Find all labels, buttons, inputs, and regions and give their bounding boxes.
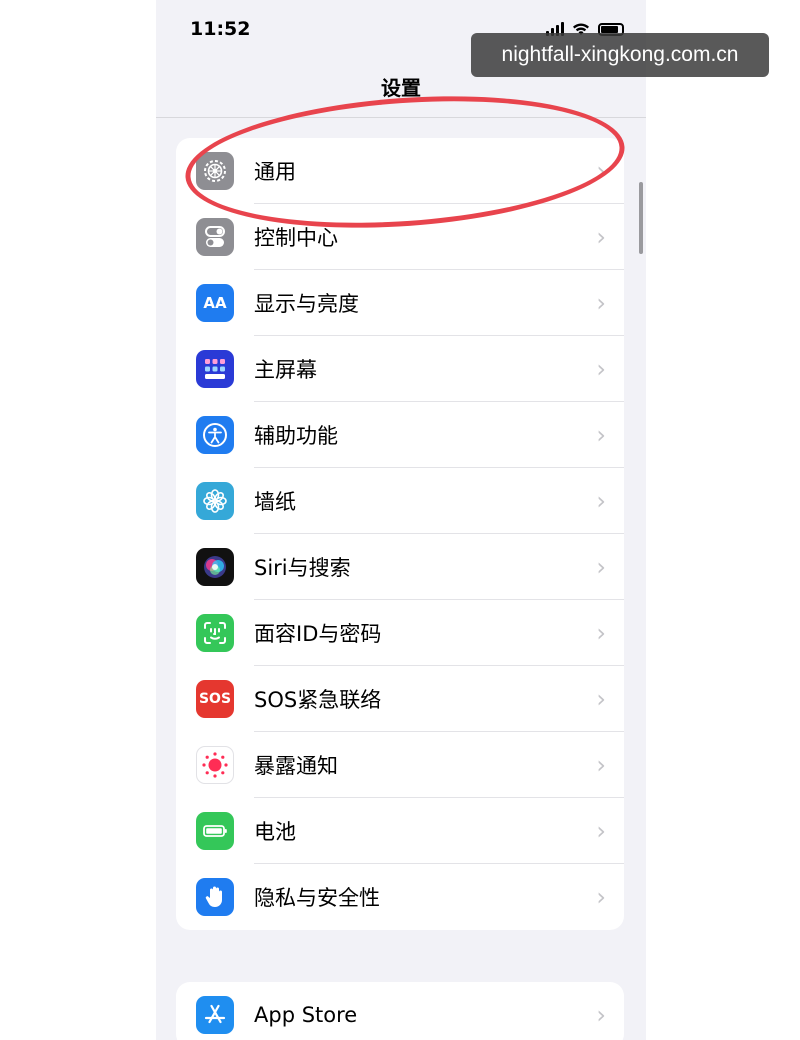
chevron-right-icon: › (596, 157, 606, 185)
scrollbar[interactable] (639, 182, 643, 254)
settings-row-display[interactable]: AA 显示与亮度 › (176, 270, 624, 336)
settings-screen: 11:52 设置 通用 › 控制中心 › AA 显示与亮度 › 主屏幕 › 辅助… (156, 0, 646, 1040)
settings-row-label: 面容ID与密码 (254, 622, 382, 646)
settings-row-label: 墙纸 (254, 490, 296, 514)
settings-row-privacy[interactable]: 隐私与安全性 › (176, 864, 624, 930)
chevron-right-icon: › (596, 421, 606, 449)
settings-row-label: 通用 (254, 160, 296, 184)
settings-row-general[interactable]: 通用 › (176, 138, 624, 204)
chevron-right-icon: › (596, 553, 606, 581)
settings-row-wallpaper[interactable]: 墙纸 › (176, 468, 624, 534)
settings-group-main: 通用 › 控制中心 › AA 显示与亮度 › 主屏幕 › 辅助功能 › 墙纸 ›… (176, 138, 624, 930)
gear-icon (196, 152, 234, 190)
text-size-icon: AA (196, 284, 234, 322)
settings-row-home-screen[interactable]: 主屏幕 › (176, 336, 624, 402)
chevron-right-icon: › (596, 355, 606, 383)
settings-group-store: App Store › (176, 982, 624, 1040)
settings-row-label: 显示与亮度 (254, 292, 359, 316)
settings-row-label: 电池 (254, 820, 296, 844)
chevron-right-icon: › (596, 289, 606, 317)
settings-row-label: 主屏幕 (254, 358, 317, 382)
settings-row-accessibility[interactable]: 辅助功能 › (176, 402, 624, 468)
nav-divider (156, 117, 646, 118)
app-store-icon (196, 996, 234, 1034)
chevron-right-icon: › (596, 751, 606, 779)
settings-row-battery[interactable]: 电池 › (176, 798, 624, 864)
settings-row-label: SOS紧急联络 (254, 688, 382, 712)
settings-row-face-id[interactable]: 面容ID与密码 › (176, 600, 624, 666)
chevron-right-icon: › (596, 487, 606, 515)
face-id-icon (196, 614, 234, 652)
settings-row-label: 控制中心 (254, 226, 338, 250)
settings-row-exposure[interactable]: 暴露通知 › (176, 732, 624, 798)
settings-row-app-store[interactable]: App Store › (176, 982, 624, 1040)
home-grid-icon (196, 350, 234, 388)
chevron-right-icon: › (596, 817, 606, 845)
watermark: nightfall-xingkong.com.cn (471, 33, 769, 77)
settings-row-siri[interactable]: Siri与搜索 › (176, 534, 624, 600)
settings-row-label: Siri与搜索 (254, 556, 351, 580)
hand-icon (196, 878, 234, 916)
accessibility-icon (196, 416, 234, 454)
chevron-right-icon: › (596, 619, 606, 647)
chevron-right-icon: › (596, 685, 606, 713)
chevron-right-icon: › (596, 883, 606, 911)
toggle-icon (196, 218, 234, 256)
settings-row-label: 暴露通知 (254, 754, 338, 778)
settings-row-sos[interactable]: SOS SOS紧急联络 › (176, 666, 624, 732)
siri-icon (196, 548, 234, 586)
settings-row-label: 隐私与安全性 (254, 886, 380, 910)
settings-row-control-center[interactable]: 控制中心 › (176, 204, 624, 270)
battery-icon (196, 812, 234, 850)
settings-row-label: 辅助功能 (254, 424, 338, 448)
settings-row-label: App Store (254, 1003, 358, 1027)
status-time: 11:52 (190, 18, 251, 40)
exposure-icon (196, 746, 234, 784)
chevron-right-icon: › (596, 1001, 606, 1029)
sos-icon: SOS (196, 680, 234, 718)
flower-icon (196, 482, 234, 520)
chevron-right-icon: › (596, 223, 606, 251)
